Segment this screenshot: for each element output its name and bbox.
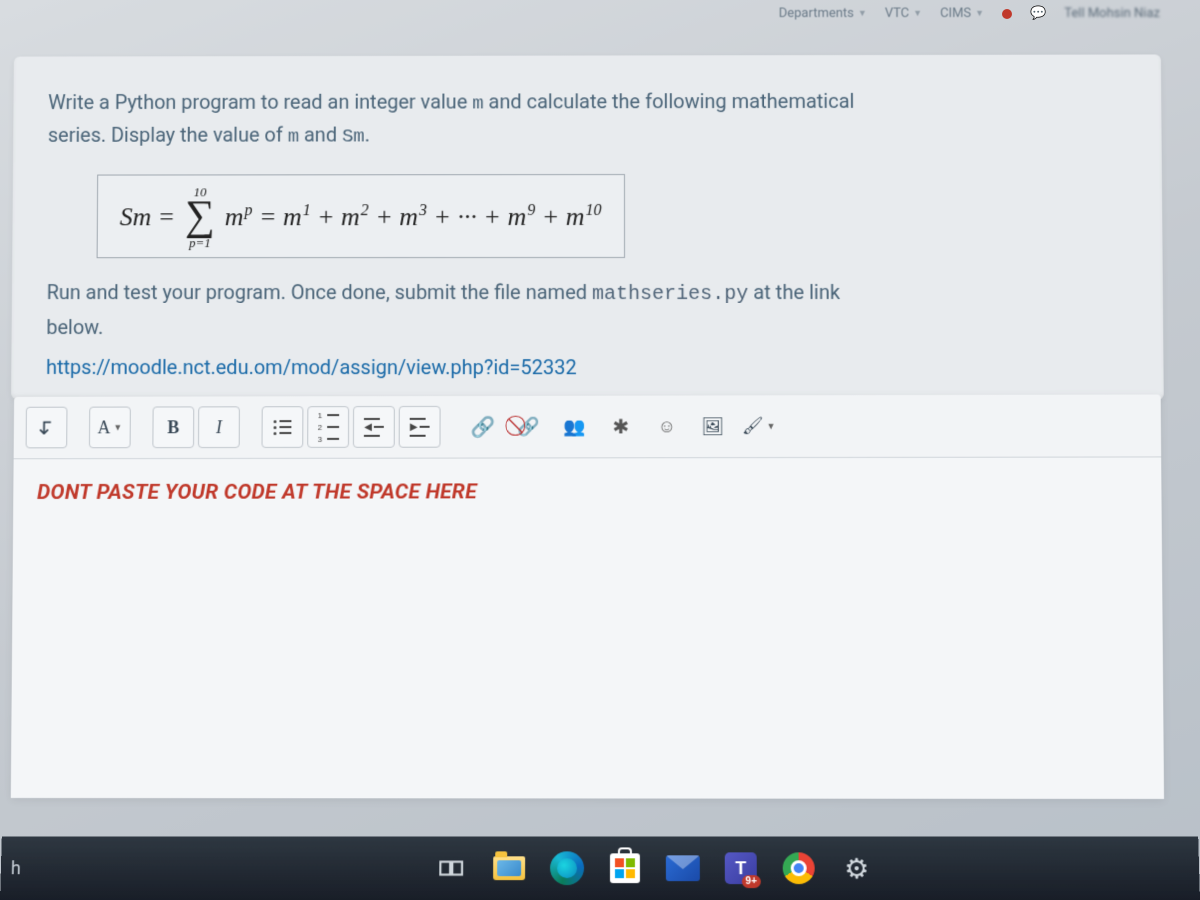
emoji-people-button[interactable]: 👥 xyxy=(554,406,596,448)
question-panel: Write a Python program to read an intege… xyxy=(11,54,1164,399)
formula-body: mp = m1 + m2 + m3 + ··· + m9 + m10 xyxy=(225,202,602,232)
tab-label: VTC xyxy=(885,6,909,21)
formula-box: Sm = 10 ∑ p=1 mp = m1 + m2 + m3 + ··· + … xyxy=(97,174,625,258)
edge-browser-button[interactable] xyxy=(544,845,590,891)
windows-taskbar: h T 9+ ⚙ xyxy=(0,837,1200,900)
numbered-list-icon: 1 2 3 xyxy=(318,411,339,444)
submission-link[interactable]: https://moodle.nct.edu.om/mod/assign/vie… xyxy=(46,355,1128,380)
store-icon xyxy=(610,853,640,883)
outdent-icon: ◀ xyxy=(364,417,384,436)
emoji-button[interactable]: ☺ xyxy=(646,405,688,447)
formula: Sm = 10 ∑ p=1 mp = m1 + m2 + m3 + ··· + … xyxy=(120,185,602,249)
task-view-button[interactable] xyxy=(428,845,474,891)
toggle-down-icon: ↴ xyxy=(37,415,55,441)
link-button[interactable]: 🔗 xyxy=(462,406,504,448)
italic-button[interactable]: I xyxy=(198,406,240,448)
mail-icon xyxy=(666,855,700,881)
numbered-list-button[interactable]: 1 2 3 xyxy=(307,406,349,448)
image-button[interactable]: 🖼 xyxy=(692,405,734,447)
indent-button[interactable]: ▶ xyxy=(399,406,441,448)
tab-label: CIMS xyxy=(940,6,971,21)
special-char-button[interactable]: ✱ xyxy=(600,406,642,448)
teams-button[interactable]: T 9+ xyxy=(718,845,764,891)
bullet-list-icon xyxy=(273,420,291,435)
instruction-text: Run and test your program. Once done, su… xyxy=(46,275,1128,342)
microsoft-store-button[interactable] xyxy=(602,845,648,891)
notification-dot-icon[interactable] xyxy=(1002,9,1012,19)
font-color-button[interactable]: A ▼ xyxy=(89,407,131,449)
tab-label: Departments xyxy=(779,6,854,21)
mail-button[interactable] xyxy=(660,845,706,891)
browser-tab[interactable]: Departments ▼ xyxy=(779,6,867,21)
speech-bubble-icon[interactable]: 💬 xyxy=(1030,6,1046,21)
editor-warning-text: DONT PASTE YOUR CODE AT THE SPACE HERE xyxy=(37,479,1137,504)
link-icon: 🔗 xyxy=(471,414,496,439)
chevron-down-icon: ▼ xyxy=(858,8,867,19)
gear-icon: ⚙ xyxy=(844,852,869,885)
editor-toolbar: ↴ A ▼ B I 1 2 3 xyxy=(14,395,1162,460)
image-icon: 🖼 xyxy=(701,416,724,437)
unlink-button[interactable]: 🔗⃠ xyxy=(508,406,550,448)
chevron-down-icon: ▼ xyxy=(975,8,984,19)
code-filename: mathseries.py xyxy=(592,283,748,306)
asterisk-icon: ✱ xyxy=(613,414,630,439)
question-text: Write a Python program to read an intege… xyxy=(48,84,1127,152)
outdent-button[interactable]: ◀ xyxy=(353,406,395,448)
formula-lhs: Sm = xyxy=(120,202,176,232)
chevron-down-icon: ▼ xyxy=(767,421,776,431)
browser-tab[interactable]: CIMS ▼ xyxy=(940,6,984,21)
editor-content-area[interactable]: DONT PASTE YOUR CODE AT THE SPACE HERE xyxy=(11,457,1164,799)
browser-tab-strip: Departments ▼ VTC ▼ CIMS ▼ 💬 Tell Mohsin… xyxy=(779,6,1160,21)
chevron-down-icon: ▼ xyxy=(113,422,122,432)
chevron-down-icon: ▼ xyxy=(913,8,922,19)
indent-icon: ▶ xyxy=(410,417,430,436)
bold-label: B xyxy=(167,417,179,438)
chrome-icon xyxy=(783,852,815,884)
bullet-list-button[interactable] xyxy=(262,406,304,448)
teams-icon: T 9+ xyxy=(725,852,757,884)
unlink-icon: 🔗⃠ xyxy=(518,416,540,437)
font-color-label: A xyxy=(97,417,110,438)
chrome-button[interactable] xyxy=(776,845,822,891)
toolbar-expand-button[interactable]: ↴ xyxy=(26,407,68,449)
browser-tab[interactable]: VTC ▼ xyxy=(885,6,922,21)
code-var: Sm xyxy=(342,126,365,148)
folder-icon xyxy=(493,856,525,880)
task-view-icon xyxy=(438,855,464,881)
brush-button[interactable]: 🖌 ▼ xyxy=(738,405,780,447)
italic-label: I xyxy=(216,417,222,438)
edge-icon xyxy=(550,851,584,885)
file-explorer-button[interactable] xyxy=(486,845,532,891)
people-icon: 👥 xyxy=(564,416,586,437)
smile-icon: ☺ xyxy=(658,416,676,437)
bold-button[interactable]: B xyxy=(152,406,194,448)
user-link[interactable]: Tell Mohsin Niaz xyxy=(1064,6,1160,21)
settings-button[interactable]: ⚙ xyxy=(833,845,879,891)
notification-badge: 9+ xyxy=(741,875,760,888)
rich-text-editor: ↴ A ▼ B I 1 2 3 xyxy=(11,395,1164,799)
code-var: m xyxy=(288,126,299,148)
brush-icon: 🖌 xyxy=(742,416,764,436)
sigma-icon: 10 ∑ p=1 xyxy=(185,185,215,249)
code-var: m xyxy=(472,93,483,115)
search-hint[interactable]: h xyxy=(11,858,42,879)
